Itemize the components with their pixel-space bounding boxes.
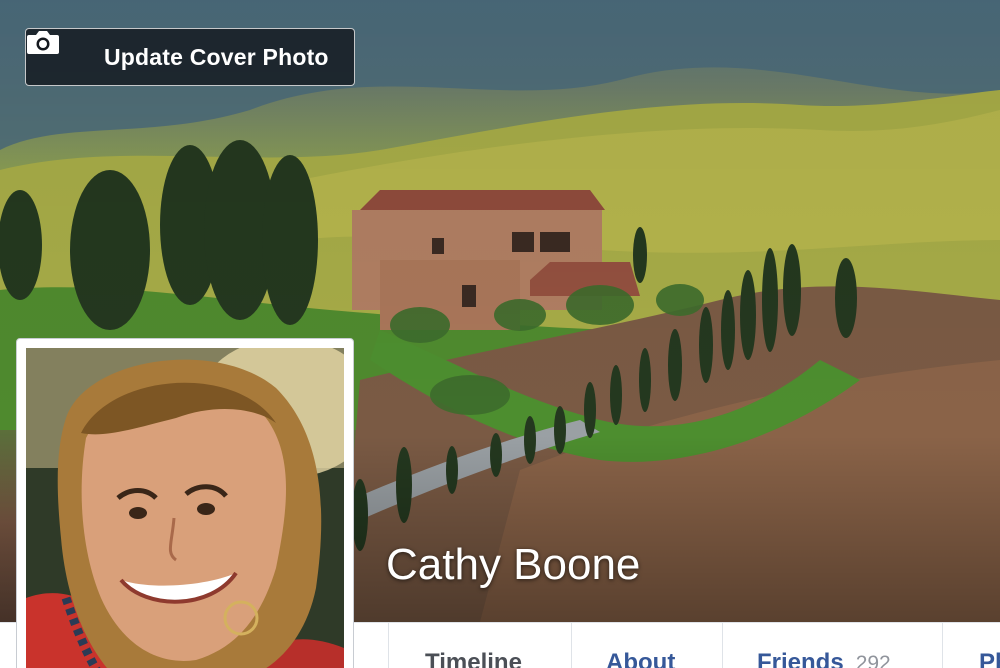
tab-timeline-label: Timeline — [425, 649, 522, 668]
tab-photos[interactable]: Ph — [942, 623, 1000, 668]
update-cover-photo-button[interactable]: Update Cover Photo — [25, 28, 355, 86]
profile-name[interactable]: Cathy Boone — [386, 540, 640, 590]
profile-picture-frame[interactable] — [16, 338, 354, 668]
tab-friends[interactable]: Friends 292 — [722, 623, 942, 668]
profile-picture — [26, 348, 344, 668]
friends-count: 292 — [855, 652, 891, 668]
update-cover-photo-label: Update Cover Photo — [104, 43, 329, 70]
tab-about[interactable]: About — [571, 623, 722, 668]
profile-page: Update Cover Photo Cathy Boone Timeline … — [0, 0, 1000, 668]
tab-photos-label: Ph — [979, 649, 1000, 668]
tab-friends-label: Friends — [757, 649, 844, 668]
tab-timeline[interactable]: Timeline — [388, 623, 571, 668]
camera-icon — [27, 31, 78, 70]
tab-about-label: About — [606, 649, 676, 668]
